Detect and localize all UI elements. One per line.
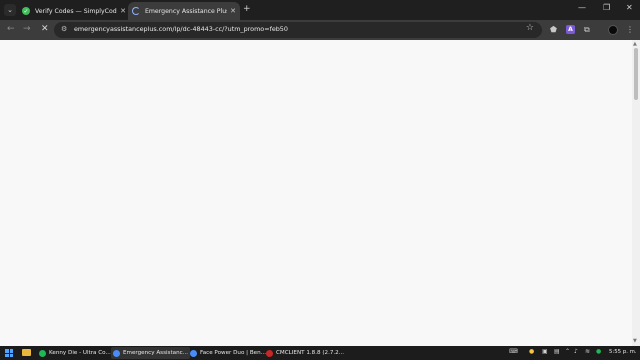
extension-a-icon[interactable]: A (566, 25, 575, 34)
restore-button[interactable]: ❐ (603, 3, 610, 12)
wifi-icon[interactable]: ≋ (585, 348, 590, 355)
forward-button[interactable]: → (23, 24, 31, 34)
file-explorer-icon[interactable] (22, 349, 31, 356)
tab-title: Emergency Assistance Plus (145, 7, 228, 15)
page-content (0, 40, 632, 346)
scrollbar-thumb[interactable] (634, 48, 638, 100)
taskbar-item-chrome[interactable]: Emergency Assistanc... (111, 347, 191, 359)
chrome-icon (190, 349, 197, 357)
taskbar-item-label: Emergency Assistanc... (123, 350, 189, 356)
tab-verify-codes[interactable]: ✓ Verify Codes — SimplyCodes ✕ (18, 2, 130, 20)
spotify-tray-icon[interactable]: ● (596, 348, 601, 355)
volume-icon[interactable]: ♪ (574, 348, 578, 355)
tray-app-icon-2[interactable]: ▤ (554, 348, 560, 355)
taskbar-item-label: Kenny Die - Ultra Co... (49, 350, 111, 356)
chevron-up-icon[interactable]: ⌃ (565, 348, 570, 355)
taskbar-item-label: Face Power Duo | Ben... (200, 350, 266, 356)
url-text[interactable]: emergencyassistanceplus.com/lp/dc-48443-… (74, 25, 288, 33)
extensions-puzzle-icon[interactable]: ⧉ (584, 25, 590, 35)
loading-icon (132, 7, 140, 15)
close-window-button[interactable]: ✕ (626, 3, 633, 12)
stop-loading-button[interactable]: ✕ (41, 24, 49, 34)
new-tab-button[interactable]: + (243, 4, 251, 14)
taskbar-clock[interactable]: 5:55 p. m. (609, 349, 637, 355)
taskbar-item-label: CMCLIENT 1.8.8 (2.7.2... (276, 350, 345, 356)
site-info-icon[interactable]: ⚙ (61, 25, 67, 33)
minimize-button[interactable]: — (578, 3, 586, 12)
tray-app-icon[interactable]: ▣ (542, 348, 548, 355)
extension-icon[interactable]: ⬟ (550, 25, 557, 34)
tab-emergency-assistance[interactable]: Emergency Assistance Plus ✕ (128, 2, 240, 20)
emoji-icon[interactable]: ● (529, 348, 534, 355)
taskbar-item-spotify[interactable]: Kenny Die - Ultra Co... (37, 347, 113, 359)
tab-search-chevron-icon[interactable]: ⌄ (4, 4, 16, 16)
spotify-icon (39, 349, 46, 357)
cmclient-icon (266, 349, 273, 357)
close-icon[interactable]: ✕ (230, 7, 236, 15)
taskbar-item-cmclient[interactable]: CMCLIENT 1.8.8 (2.7.2... (264, 347, 346, 359)
address-bar[interactable]: ⚙ emergencyassistanceplus.com/lp/dc-4844… (54, 22, 542, 38)
keyboard-icon[interactable]: ⌨ (509, 348, 518, 355)
start-windows-icon[interactable] (5, 349, 13, 357)
chrome-icon (113, 349, 120, 357)
profile-avatar[interactable] (608, 25, 618, 35)
menu-kebab-icon[interactable]: ⋮ (626, 25, 634, 34)
taskbar-item-chrome-2[interactable]: Face Power Duo | Ben... (188, 347, 268, 359)
bookmark-star-icon[interactable]: ☆ (526, 23, 534, 33)
scroll-down-icon[interactable]: ▼ (633, 338, 637, 344)
back-button[interactable]: ← (7, 24, 15, 34)
close-icon[interactable]: ✕ (120, 7, 126, 15)
tab-title: Verify Codes — SimplyCodes (35, 7, 118, 15)
check-circle-icon: ✓ (22, 7, 30, 15)
scroll-up-icon[interactable]: ▲ (633, 41, 637, 47)
